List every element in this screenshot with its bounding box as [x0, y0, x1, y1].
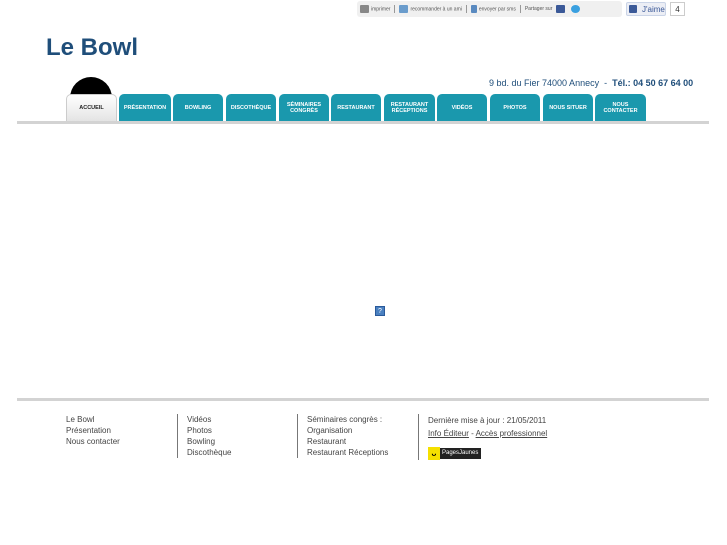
recommend-button[interactable]: recommander à un ami [399, 5, 462, 13]
footer-link[interactable]: Restaurant [307, 436, 388, 447]
site-logo[interactable]: Le Bowl [46, 34, 138, 62]
footer-divider [17, 398, 709, 401]
divider [465, 5, 467, 13]
phone-icon [470, 5, 477, 13]
printer-icon [360, 5, 369, 13]
like-count: 4 [670, 2, 685, 16]
tab-accueil[interactable]: ACCUEIL [66, 94, 117, 121]
footer-link[interactable]: Vidéos [187, 414, 231, 425]
print-button[interactable]: imprimer [360, 5, 390, 13]
facebook-like-button[interactable]: J'aime [626, 2, 666, 16]
footer-col-1: Le Bowl Présentation Nous contacter [66, 414, 120, 447]
divider [519, 5, 521, 13]
contact-info: 9 bd. du Fier 74000 Annecy - Tél.: 04 50… [489, 78, 694, 88]
acces-pro-link[interactable]: Accès professionnel [476, 429, 548, 438]
footer-col-4: Dernière mise à jour : 21/05/2011 Info É… [418, 414, 547, 460]
footer-link[interactable]: Bowling [187, 436, 231, 447]
share-label: Partager sur [524, 6, 553, 12]
last-updated: Dernière mise à jour : 21/05/2011 [428, 416, 547, 425]
pagesjaunes-badge[interactable]: ᴗ PagesJaunes [428, 447, 482, 460]
footer-link[interactable]: Nous contacter [66, 436, 120, 447]
phone: Tél.: 04 50 67 64 00 [612, 78, 694, 88]
tab-bowling[interactable]: BOWLING [173, 94, 223, 121]
share-toolbar: imprimer recommander à un ami envoyer pa… [357, 1, 622, 17]
facebook-icon [629, 5, 637, 13]
facebook-icon[interactable] [556, 5, 566, 13]
tab-nous-situer[interactable]: NOUS SITUER [543, 94, 593, 121]
twitter-icon[interactable] [571, 5, 581, 13]
footer-link[interactable]: Photos [187, 425, 231, 436]
info-editeur-link[interactable]: Info Éditeur [428, 429, 469, 438]
tab-restaurant[interactable]: RESTAURANT [331, 94, 381, 121]
tab-nous-contacter[interactable]: NOUS CONTACTER [595, 94, 646, 121]
missing-plugin-icon[interactable]: ? [375, 306, 385, 316]
tab-presentation[interactable]: PRÉSENTATION [119, 94, 171, 121]
sms-button[interactable]: envoyer par sms [470, 5, 516, 13]
tab-photos[interactable]: PHOTOS [490, 94, 540, 121]
footer-link[interactable]: Le Bowl [66, 414, 120, 425]
footer-heading: Séminaires congrès : [307, 415, 383, 424]
tab-videos[interactable]: VIDÉOS [437, 94, 487, 121]
footer-col-3: Séminaires congrès : Organisation Restau… [297, 414, 388, 458]
pagesjaunes-logo-icon: ᴗ [428, 447, 440, 460]
address: 9 bd. du Fier 74000 Annecy [489, 78, 600, 88]
tab-restaurant-receptions[interactable]: RESTAURANT RÉCEPTIONS [384, 94, 435, 121]
nav-underline [17, 121, 709, 124]
footer-link[interactable]: Présentation [66, 425, 120, 436]
divider [394, 5, 396, 13]
footer-col-2: Vidéos Photos Bowling Discothèque [177, 414, 231, 458]
footer-link[interactable]: Restaurant Réceptions [307, 447, 388, 458]
footer-link[interactable]: Discothèque [187, 447, 231, 458]
tab-discotheque[interactable]: DISCOTHÈQUE [226, 94, 276, 121]
user-icon [399, 5, 409, 13]
footer-link[interactable]: Organisation [307, 425, 388, 436]
tab-seminaires[interactable]: SÉMINAIRES CONGRÈS [279, 94, 329, 121]
